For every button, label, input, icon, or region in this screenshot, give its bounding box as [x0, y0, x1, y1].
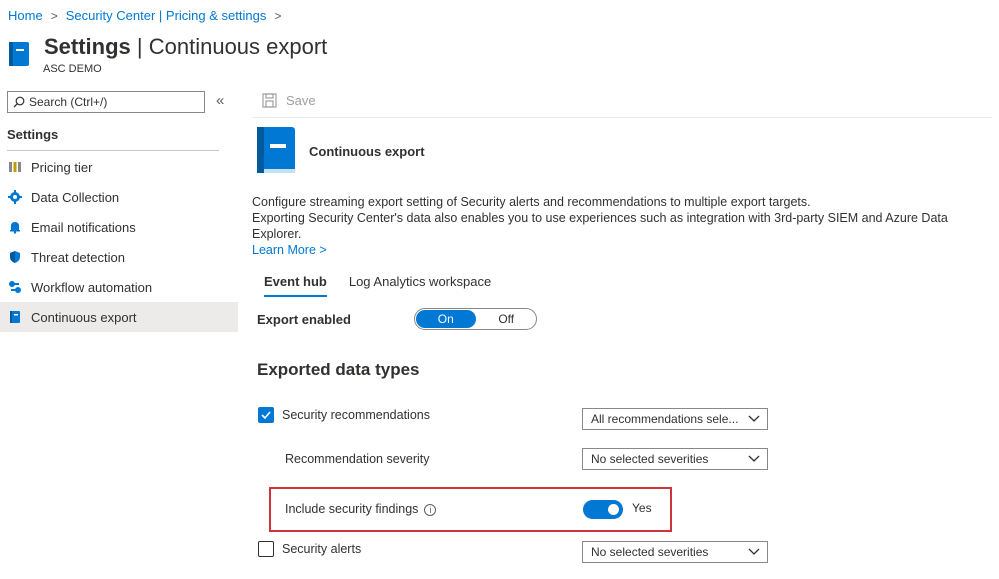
chevron-right-icon: >	[50, 8, 58, 23]
bell-icon	[8, 220, 22, 234]
book-icon	[8, 310, 22, 324]
sidebar-item-data-collection[interactable]: Data Collection	[0, 182, 238, 212]
sidebar-item-pricing-tier[interactable]: Pricing tier	[0, 152, 238, 182]
sidebar-nav: Pricing tier Data Collection Email notif…	[0, 152, 238, 332]
pricing-icon	[8, 160, 22, 174]
chevron-down-icon	[741, 415, 767, 423]
checkmark-icon	[261, 411, 271, 420]
workflow-icon	[8, 280, 22, 294]
exported-data-types-heading: Exported data types	[257, 360, 420, 379]
search-box[interactable]	[7, 91, 205, 113]
security-alerts-checkbox[interactable]	[258, 541, 274, 557]
dropdown-value: No selected severities	[591, 452, 709, 466]
chevron-down-icon	[741, 455, 767, 463]
sidebar-item-label: Threat detection	[31, 249, 125, 265]
search-input[interactable]	[29, 95, 199, 109]
dropdown-value: No selected severities	[591, 545, 709, 559]
learn-more-link[interactable]: Learn More >	[252, 242, 327, 258]
security-alerts-label: Security alerts	[282, 542, 362, 556]
sidebar-item-continuous-export[interactable]: Continuous export	[0, 302, 238, 332]
info-icon[interactable]: i	[424, 503, 437, 516]
book-icon	[9, 42, 29, 66]
gear-icon	[8, 190, 22, 204]
export-enabled-label: Export enabled	[257, 312, 351, 327]
recommendations-dropdown[interactable]: All recommendations sele...	[582, 408, 768, 430]
toggle-knob	[608, 504, 619, 515]
section-title: Continuous export	[309, 144, 425, 159]
include-security-findings-label: Include security findings i	[285, 502, 437, 516]
chevron-right-icon: >	[274, 8, 282, 23]
breadcrumb-security-center[interactable]: Security Center | Pricing & settings	[66, 8, 267, 23]
description-line-1: Configure streaming export setting of Se…	[252, 195, 811, 209]
sidebar-item-label: Data Collection	[31, 189, 120, 205]
sidebar-item-email-notifications[interactable]: Email notifications	[0, 212, 238, 242]
save-label: Save	[286, 93, 316, 108]
tab-event-hub[interactable]: Event hub	[264, 274, 327, 297]
export-enabled-toggle[interactable]: On Off	[414, 308, 537, 330]
dropdown-value: All recommendations sele...	[591, 412, 739, 426]
security-recommendations-label: Security recommendations	[282, 408, 430, 422]
sidebar-item-label: Continuous export	[31, 309, 137, 325]
toggle-state-label: Yes	[632, 501, 652, 515]
breadcrumb-home[interactable]: Home	[8, 8, 43, 23]
shield-icon	[8, 250, 22, 264]
security-recommendations-checkbox[interactable]	[258, 407, 274, 423]
sidebar-item-threat-detection[interactable]: Threat detection	[0, 242, 238, 272]
recommendation-severity-label: Recommendation severity	[285, 452, 430, 466]
book-icon	[257, 127, 295, 173]
security-alerts-severity-dropdown[interactable]: No selected severities	[582, 541, 768, 563]
search-icon	[13, 96, 25, 108]
sidebar-item-label: Email notifications	[31, 219, 136, 235]
double-chevron-left-icon[interactable]: «	[216, 92, 224, 109]
include-findings-toggle[interactable]	[583, 500, 623, 519]
divider	[7, 150, 219, 151]
sidebar-section-header: Settings	[7, 127, 59, 142]
export-on-option[interactable]: On	[416, 310, 476, 328]
tab-bar: Event hub Log Analytics workspace	[264, 274, 513, 297]
section-description: Configure streaming export setting of Se…	[252, 194, 992, 258]
sidebar-item-label: Workflow automation	[31, 279, 153, 295]
sidebar-item-label: Pricing tier	[31, 159, 93, 175]
description-line-2: Exporting Security Center's data also en…	[252, 211, 948, 241]
export-off-option[interactable]: Off	[477, 309, 537, 329]
save-button[interactable]: Save	[262, 93, 316, 108]
recommendation-severity-dropdown[interactable]: No selected severities	[582, 448, 768, 470]
save-icon	[262, 93, 277, 108]
sidebar-item-workflow-automation[interactable]: Workflow automation	[0, 272, 238, 302]
chevron-down-icon	[741, 548, 767, 556]
page-title: Settings | Continuous export	[44, 34, 328, 59]
page-subtitle: ASC DEMO	[43, 63, 102, 75]
tab-log-analytics-workspace[interactable]: Log Analytics workspace	[349, 274, 491, 297]
divider	[252, 117, 992, 118]
breadcrumb: Home > Security Center | Pricing & setti…	[8, 8, 289, 23]
